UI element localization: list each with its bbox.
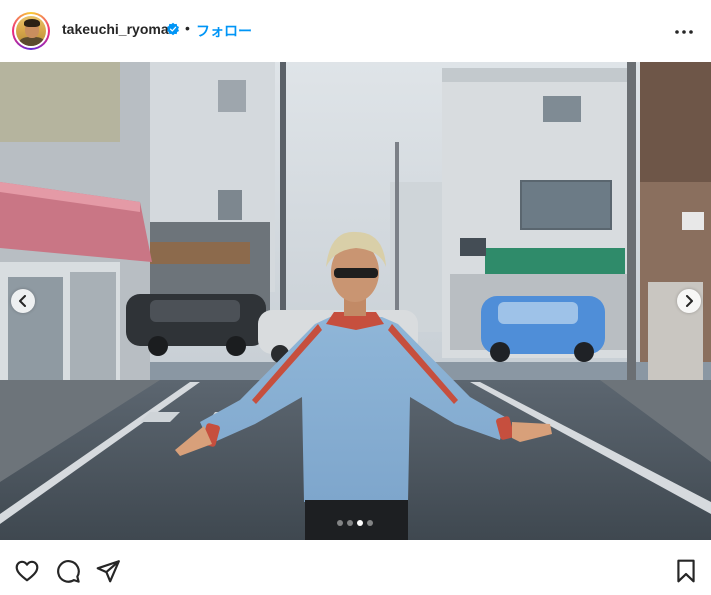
carousel-dot — [347, 520, 353, 526]
follow-button[interactable]: フォロー — [196, 21, 252, 41]
carousel-indicator — [337, 520, 373, 526]
verified-badge-icon — [166, 22, 180, 36]
previous-slide-button[interactable] — [11, 289, 35, 313]
separator-dot: • — [185, 20, 190, 36]
more-options-icon[interactable] — [674, 22, 694, 42]
post-header: takeuchi_ryoma • フォロー — [0, 0, 711, 62]
username-link[interactable]: takeuchi_ryoma — [62, 21, 169, 37]
avatar-image — [16, 16, 46, 46]
post-photo — [0, 62, 711, 540]
post-actions — [0, 540, 711, 595]
comment-icon[interactable] — [55, 558, 81, 584]
carousel-dot — [337, 520, 343, 526]
next-slide-button[interactable] — [677, 289, 701, 313]
chevron-right-icon — [686, 295, 693, 307]
heart-icon[interactable] — [14, 558, 40, 584]
carousel-dot — [357, 520, 363, 526]
carousel-dot — [367, 520, 373, 526]
avatar[interactable] — [12, 12, 50, 50]
paper-plane-icon[interactable] — [95, 558, 121, 584]
chevron-left-icon — [19, 295, 26, 307]
bookmark-icon[interactable] — [673, 558, 699, 584]
post-media[interactable] — [0, 62, 711, 540]
